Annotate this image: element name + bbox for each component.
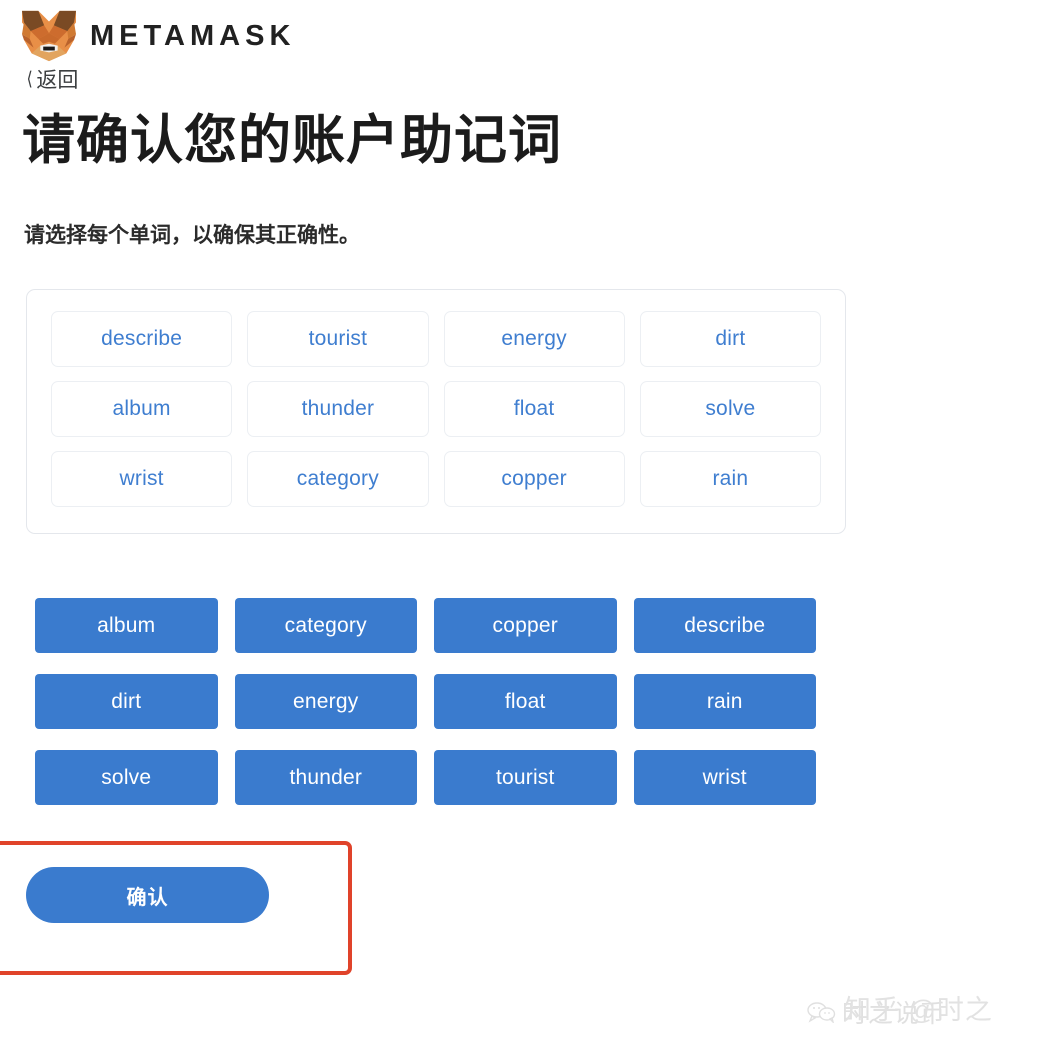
chevron-left-icon: ⟨ [26, 69, 33, 91]
word-bank-grid: album category copper describe dirt energy flo… [35, 598, 816, 805]
word-bank-button[interactable]: dirt [35, 674, 218, 729]
metamask-fox-icon [22, 10, 76, 62]
word-bank-button[interactable]: float [434, 674, 617, 729]
word-bank-button[interactable]: category [234, 598, 417, 653]
selected-word-chip[interactable]: album [51, 381, 233, 437]
word-bank-button[interactable]: solve [35, 750, 218, 805]
selected-word-chip[interactable]: rain [639, 451, 821, 507]
selected-word-chip[interactable]: category [247, 451, 429, 507]
brand-name: METAMASK [90, 19, 296, 52]
back-link-label: 返回 [36, 69, 79, 92]
watermark-wechat-label: 时之说币 [842, 1000, 947, 1028]
selected-word-chip[interactable]: energy [443, 311, 625, 367]
word-bank: album category copper describe dirt energy flo… [35, 598, 816, 805]
word-bank-button[interactable]: album [35, 598, 218, 653]
selected-word-chip[interactable]: tourist [247, 311, 429, 367]
word-bank-button[interactable]: describe [633, 598, 816, 653]
watermark-zhihu-label: 知乎 @时之 [844, 995, 993, 1025]
word-bank-button[interactable]: tourist [434, 750, 617, 805]
wechat-bubbles-icon [807, 1002, 836, 1023]
selected-word-chip[interactable]: solve [639, 381, 821, 437]
selected-word-chip[interactable]: thunder [247, 381, 429, 437]
selected-words-panel: describe tourist energy dirt album thunder flo… [26, 289, 846, 534]
watermark: 时之说币 知乎 @时之 [806, 986, 1036, 1038]
word-bank-button[interactable]: copper [434, 598, 617, 653]
word-bank-button[interactable]: energy [234, 674, 417, 729]
selected-word-chip[interactable]: describe [51, 311, 233, 367]
selected-word-chip[interactable]: float [443, 381, 625, 437]
word-bank-button[interactable]: thunder [234, 750, 417, 805]
word-bank-button[interactable]: wrist [633, 750, 816, 805]
selected-word-chip[interactable]: wrist [51, 451, 233, 507]
page-subtitle: 请选择每个单词，以确保其正确性。 [24, 224, 360, 247]
back-link[interactable]: ⟨ 返回 [26, 68, 79, 93]
app-header: METAMASK ⟨ 返回 [20, 8, 620, 92]
confirm-button[interactable]: 确认 [26, 867, 269, 923]
watermark-wechat: 时之说币 [806, 994, 946, 1030]
selected-word-chip[interactable]: copper [443, 451, 625, 507]
brand-row: METAMASK [20, 8, 620, 64]
selected-word-chip[interactable]: dirt [639, 311, 821, 367]
page-title: 请确认您的账户助记词 [22, 111, 562, 170]
selected-words-grid: describe tourist energy dirt album thunder flo… [51, 311, 821, 507]
word-bank-button[interactable]: rain [633, 674, 816, 729]
